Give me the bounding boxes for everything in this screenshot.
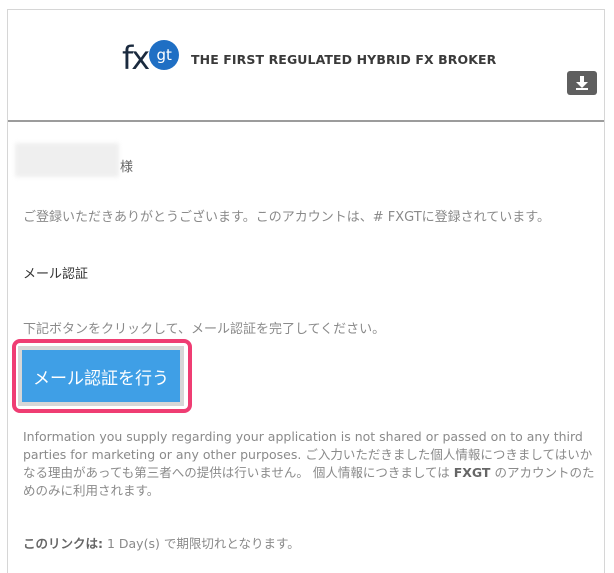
logo-text: fx xyxy=(122,39,150,77)
link-expiry-label: このリンクは: xyxy=(23,536,103,551)
privacy-info: Information you supply regarding your ap… xyxy=(23,428,598,500)
fxgt-logo: fx gt xyxy=(122,38,180,78)
link-expiry-value: 1 Day(s) で期限切れとなります。 xyxy=(103,536,300,551)
download-icon xyxy=(576,76,588,90)
honorific: 様 xyxy=(120,160,134,175)
logo-badge: gt xyxy=(149,40,180,70)
link-expiry: このリンクは: 1 Day(s) で期限切れとなります。 xyxy=(23,533,300,552)
brand-name: FXGT xyxy=(453,465,491,480)
email-header: fx gt THE FIRST REGULATED HYBRID FX BROK… xyxy=(8,10,604,122)
download-button[interactable] xyxy=(567,71,597,95)
instruction-text: 下記ボタンをクリックして、メール認証を完了してください。 xyxy=(23,322,386,337)
email-frame: fx gt THE FIRST REGULATED HYBRID FX BROK… xyxy=(7,9,605,573)
recipient-name-redacted xyxy=(15,143,119,177)
tagline: THE FIRST REGULATED HYBRID FX BROKER xyxy=(191,52,497,67)
verify-email-button[interactable]: メール認証を行う xyxy=(18,346,184,406)
email-page: fx gt THE FIRST REGULATED HYBRID FX BROK… xyxy=(0,0,614,573)
registered-text: ご登録いただきありがとうございます。このアカウントは、# FXGTに登録されてい… xyxy=(23,210,550,225)
mail-verify-heading: メール認証 xyxy=(23,267,89,282)
